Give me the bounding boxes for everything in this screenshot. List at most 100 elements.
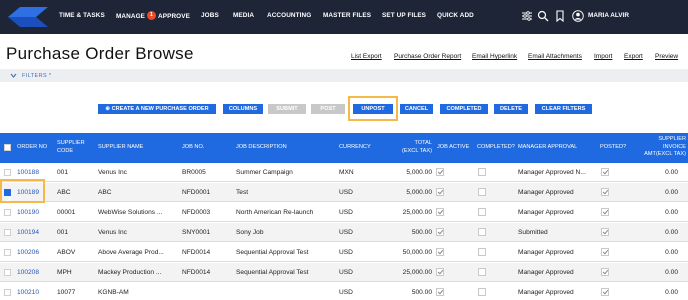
order-no-link[interactable]: 100190 — [17, 209, 39, 216]
chevron-down-icon — [10, 73, 17, 78]
completed-button[interactable]: COMPLETED — [440, 104, 488, 114]
search-icon[interactable] — [537, 10, 549, 22]
export-link[interactable]: Export — [624, 53, 643, 60]
supplier-invoice-cell: 0.00 — [665, 229, 678, 236]
row-select-checkbox[interactable] — [4, 209, 11, 216]
nav-set-up-files[interactable]: SET UP FILES — [382, 12, 426, 19]
posted-checkbox[interactable] — [601, 228, 609, 236]
currency-cell: MXN — [339, 169, 354, 176]
logo-icon[interactable] — [6, 3, 50, 31]
row-select-checkbox[interactable] — [4, 249, 11, 256]
job-active-checkbox[interactable] — [436, 208, 444, 216]
nav-quick-add[interactable]: QUICK ADD — [437, 12, 474, 19]
nav-master-files[interactable]: MASTER FILES — [323, 12, 371, 19]
page-title: Purchase Order Browse — [6, 44, 194, 63]
user-name[interactable]: MARIA ALVIR — [588, 12, 629, 19]
table-row[interactable]: 100194 001 Venus Inc SNY0001 Sony Job USD 500.… — [0, 223, 688, 242]
clear-filters-button[interactable]: CLEAR FILTERS — [535, 104, 592, 114]
row-select-checkbox[interactable] — [4, 229, 11, 236]
header-total-line2: (EXCL TAX) — [401, 147, 432, 154]
job-active-checkbox[interactable] — [436, 188, 444, 196]
posted-checkbox[interactable] — [601, 268, 609, 276]
submit-button[interactable]: SUBMIT — [268, 104, 306, 114]
nav-media[interactable]: MEDIA — [233, 12, 254, 19]
total-cell: 500.00 — [411, 289, 432, 296]
unpost-highlight — [348, 96, 398, 121]
header-job-no[interactable]: JOB NO. — [182, 144, 204, 152]
table-row[interactable]: 100190 00001 WebWise Solutions ... NFD0003 N… — [0, 203, 688, 222]
order-no-link[interactable]: 100188 — [17, 169, 39, 176]
select-all-checkbox[interactable] — [4, 144, 11, 151]
sliders-icon[interactable] — [521, 10, 533, 22]
table-row[interactable]: 100210 10077 KGNB-AM USD 500.00 Manager Appro… — [0, 283, 688, 300]
header-posted[interactable]: POSTED? — [600, 144, 626, 152]
filters-bar[interactable]: FILTERS * — [0, 69, 688, 82]
row-select-checkbox[interactable] — [4, 269, 11, 276]
notification-badge: 1 — [147, 11, 157, 20]
row-select-checkbox[interactable] — [4, 289, 11, 296]
manager-approval-cell: Manager Approved N... — [518, 169, 586, 176]
columns-button[interactable]: COLUMNS — [223, 104, 263, 114]
job-active-checkbox[interactable] — [436, 168, 444, 176]
job-active-checkbox[interactable] — [436, 228, 444, 236]
table-row[interactable]: 100208 MPH Mackey Production ... NFD0014 Seq… — [0, 263, 688, 282]
preview-link[interactable]: Preview — [655, 53, 678, 60]
table-row[interactable]: 100188 001 Venus Inc BR0005 Summer Campaign M… — [0, 163, 688, 182]
completed-checkbox[interactable] — [478, 248, 486, 256]
header-job-active[interactable]: JOB ACTIVE — [437, 144, 469, 152]
header-job-description[interactable]: JOB DESCRIPTION — [236, 144, 287, 152]
table-header: ORDER NO SUPPLIER CODE SUPPLIER NAME JOB … — [0, 133, 688, 163]
user-icon[interactable] — [572, 10, 584, 22]
completed-checkbox[interactable] — [478, 208, 486, 216]
posted-checkbox[interactable] — [601, 188, 609, 196]
currency-cell: USD — [339, 189, 353, 196]
header-supplier-code[interactable]: SUPPLIER CODE — [57, 140, 85, 155]
header-supplier-invoice[interactable]: SUPPLIER INVOICE AMT(EXCL TAX) — [628, 136, 686, 159]
post-button[interactable]: POST — [311, 104, 345, 114]
posted-checkbox[interactable] — [601, 208, 609, 216]
job-description-cell: Sequential Approval Test — [236, 249, 309, 256]
job-active-checkbox[interactable] — [436, 248, 444, 256]
bookmark-icon[interactable] — [554, 10, 566, 22]
header-completed[interactable]: COMPLETED? — [477, 144, 515, 152]
header-order-no[interactable]: ORDER NO — [17, 144, 47, 152]
header-total[interactable]: TOTAL (EXCL TAX) — [396, 140, 432, 155]
order-no-link[interactable]: 100206 — [17, 249, 39, 256]
supplier-code-cell: 001 — [57, 169, 69, 176]
job-no-cell: NFD0014 — [182, 269, 211, 276]
header-manager-approval[interactable]: MANAGER APPROVAL — [518, 144, 577, 152]
posted-checkbox[interactable] — [601, 168, 609, 176]
table-row[interactable]: 100189 ABC ABC NFD0001 Test USD 5,000.00 Manage… — [0, 183, 688, 203]
nav-manage[interactable]: MANAGE 1 APPROVE — [116, 11, 190, 21]
email-hyperlink-link[interactable]: Email Hyperlink — [472, 53, 517, 60]
completed-checkbox[interactable] — [478, 228, 486, 236]
create-purchase-order-button[interactable]: ⊕ CREATE A NEW PURCHASE ORDER — [98, 104, 216, 114]
manager-approval-cell: Manager Approved — [518, 269, 574, 276]
order-no-link[interactable]: 100194 — [17, 229, 39, 236]
job-active-checkbox[interactable] — [436, 268, 444, 276]
delete-button[interactable]: DELETE — [494, 104, 528, 114]
order-no-link[interactable]: 100208 — [17, 269, 39, 276]
job-active-checkbox[interactable] — [436, 288, 444, 296]
list-export-link[interactable]: List Export — [351, 53, 382, 60]
posted-checkbox[interactable] — [601, 288, 609, 296]
posted-checkbox[interactable] — [601, 248, 609, 256]
completed-checkbox[interactable] — [478, 168, 486, 176]
import-link[interactable]: Import — [594, 53, 612, 60]
nav-time-tasks[interactable]: TIME & TASKS — [59, 12, 105, 19]
completed-checkbox[interactable] — [478, 288, 486, 296]
nav-jobs[interactable]: JOBS — [201, 12, 219, 19]
order-no-link[interactable]: 100210 — [17, 289, 39, 296]
nav-accounting[interactable]: ACCOUNTING — [267, 12, 311, 19]
email-attachments-link[interactable]: Email Attachments — [528, 53, 582, 60]
header-supplier-name[interactable]: SUPPLIER NAME — [98, 144, 143, 152]
table-row[interactable]: 100206 ABOV Above Average Prod... NFD0014 Se… — [0, 243, 688, 262]
row-select-checkbox[interactable] — [4, 169, 11, 176]
cancel-button[interactable]: CANCEL — [400, 104, 433, 114]
completed-checkbox[interactable] — [478, 268, 486, 276]
completed-checkbox[interactable] — [478, 188, 486, 196]
supplier-invoice-cell: 0.00 — [665, 189, 678, 196]
purchase-order-report-link[interactable]: Purchase Order Report — [394, 53, 461, 60]
header-currency[interactable]: CURRENCY — [339, 144, 371, 152]
order-highlight — [0, 179, 45, 203]
